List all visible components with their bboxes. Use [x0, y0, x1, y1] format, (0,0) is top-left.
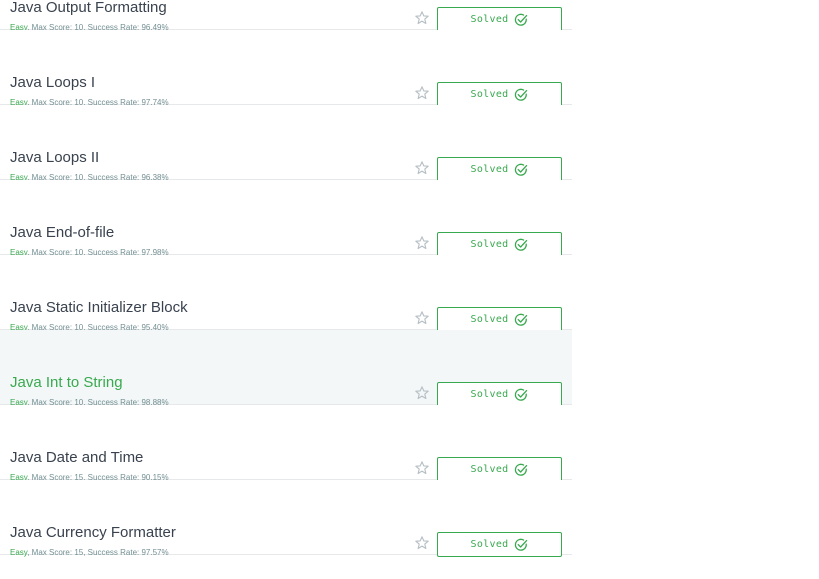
check-circle-icon [515, 88, 528, 101]
solved-button[interactable]: Solved [437, 157, 562, 182]
challenge-title[interactable]: Java Int to String [10, 374, 123, 392]
star-icon[interactable] [414, 235, 430, 251]
challenge-meta: Easy, Max Score: 15, Success Rate: 97.57… [10, 548, 169, 558]
star-outline-icon [415, 536, 429, 550]
challenge-title[interactable]: Java Output Formatting [10, 0, 167, 17]
star-icon[interactable] [414, 310, 430, 326]
solved-button[interactable]: Solved [437, 382, 562, 407]
star-outline-icon [415, 386, 429, 400]
challenge-title[interactable]: Java Date and Time [10, 449, 143, 467]
check-circle-icon [515, 163, 528, 176]
check-circle-icon [515, 388, 528, 401]
challenge-row: Java Loops II Easy, Max Score: 10, Succe… [0, 105, 572, 182]
star-icon[interactable] [414, 10, 430, 26]
challenge-list: Java Output Formatting Easy, Max Score: … [0, 0, 572, 558]
solved-button[interactable]: Solved [437, 307, 562, 332]
solved-label: Solved [470, 389, 509, 400]
star-outline-icon [415, 11, 429, 25]
challenge-title[interactable]: Java Loops I [10, 74, 95, 92]
challenge-row: Java Static Initializer Block Easy, Max … [0, 255, 572, 332]
solved-button[interactable]: Solved [437, 532, 562, 557]
star-icon[interactable] [414, 535, 430, 551]
challenge-row: Java Loops I Easy, Max Score: 10, Succes… [0, 30, 572, 107]
star-outline-icon [415, 311, 429, 325]
solved-label: Solved [470, 14, 509, 25]
check-circle-icon [515, 538, 528, 551]
challenge-row: Java Currency Formatter Easy, Max Score:… [0, 480, 572, 558]
star-outline-icon [415, 461, 429, 475]
solved-label: Solved [470, 314, 509, 325]
challenge-title[interactable]: Java Loops II [10, 149, 99, 167]
challenge-row: Java Int to String Easy, Max Score: 10, … [0, 330, 572, 407]
solved-button[interactable]: Solved [437, 7, 562, 32]
star-icon[interactable] [414, 85, 430, 101]
challenge-difficulty: Easy [10, 548, 28, 557]
solved-button[interactable]: Solved [437, 82, 562, 107]
check-circle-icon [515, 313, 528, 326]
challenge-title[interactable]: Java End-of-file [10, 224, 114, 242]
star-icon[interactable] [414, 460, 430, 476]
solved-label: Solved [470, 164, 509, 175]
star-outline-icon [415, 236, 429, 250]
challenge-row: Java End-of-file Easy, Max Score: 10, Su… [0, 180, 572, 257]
solved-button[interactable]: Solved [437, 457, 562, 482]
challenge-title[interactable]: Java Static Initializer Block [10, 299, 188, 317]
star-outline-icon [415, 86, 429, 100]
solved-label: Solved [470, 89, 509, 100]
challenge-row: Java Output Formatting Easy, Max Score: … [0, 0, 572, 32]
solved-label: Solved [470, 464, 509, 475]
check-circle-icon [515, 238, 528, 251]
challenge-row: Java Date and Time Easy, Max Score: 15, … [0, 405, 572, 482]
check-circle-icon [515, 13, 528, 26]
solved-label: Solved [470, 539, 509, 550]
challenge-stats: , Max Score: 15, Success Rate: 97.57% [27, 548, 169, 557]
star-outline-icon [415, 161, 429, 175]
challenge-title[interactable]: Java Currency Formatter [10, 524, 176, 542]
check-circle-icon [515, 463, 528, 476]
solved-label: Solved [470, 239, 509, 250]
star-icon[interactable] [414, 160, 430, 176]
solved-button[interactable]: Solved [437, 232, 562, 257]
star-icon[interactable] [414, 385, 430, 401]
